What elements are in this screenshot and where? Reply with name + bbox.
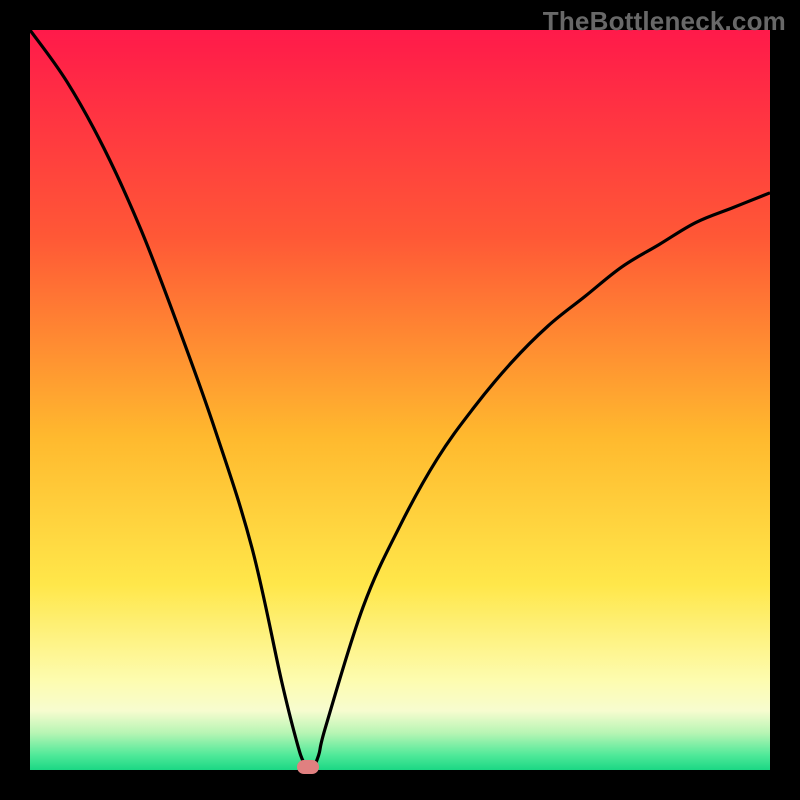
curve-layer	[30, 30, 770, 770]
chart-frame: TheBottleneck.com	[0, 0, 800, 800]
optimum-marker	[297, 760, 319, 774]
watermark-text: TheBottleneck.com	[543, 6, 786, 37]
plot-area	[30, 30, 770, 770]
bottleneck-curve	[30, 30, 770, 770]
